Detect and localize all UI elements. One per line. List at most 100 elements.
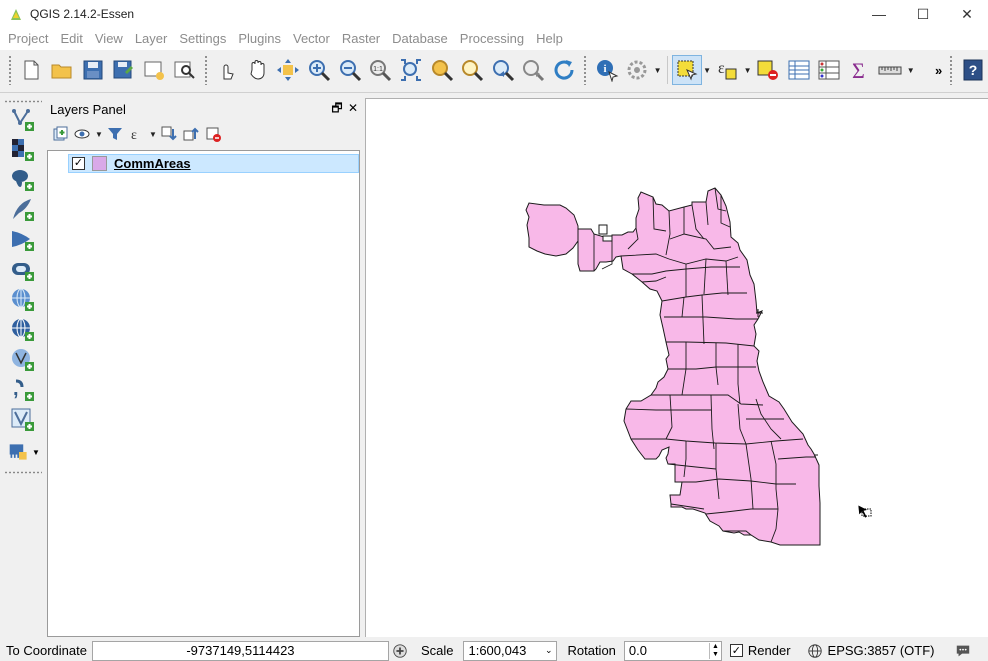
add-postgis-layer-icon[interactable] xyxy=(8,166,38,194)
toolbar-overflow-button[interactable]: » xyxy=(932,63,946,78)
render-checkbox[interactable]: ✓ xyxy=(729,644,743,657)
menu-project[interactable]: Project xyxy=(2,28,54,50)
add-mssql-layer-icon[interactable] xyxy=(8,226,38,254)
add-wcs-layer-icon[interactable] xyxy=(8,316,38,344)
community-area-polygon[interactable] xyxy=(525,202,579,257)
map-canvas[interactable] xyxy=(365,98,988,637)
spin-arrows-icon[interactable]: ▲ ▼ xyxy=(708,642,721,659)
add-spatialite-layer-icon[interactable] xyxy=(8,196,38,224)
crs-globe-icon[interactable] xyxy=(806,642,824,660)
run-feature-action-icon[interactable] xyxy=(622,55,653,85)
filter-by-expression-icon[interactable]: ε xyxy=(126,123,148,145)
toolbar-grip[interactable] xyxy=(8,55,12,85)
new-print-composer-icon[interactable] xyxy=(139,55,170,85)
composer-manager-icon[interactable] xyxy=(169,55,200,85)
add-wms-layer-icon[interactable] xyxy=(8,286,38,314)
save-as-icon[interactable] xyxy=(108,55,139,85)
manage-layers-toolbar: , ▼ xyxy=(0,98,46,634)
measure-line-icon[interactable] xyxy=(875,55,906,85)
toolbar-grip[interactable] xyxy=(4,100,42,103)
open-project-icon[interactable] xyxy=(47,55,78,85)
rotation-value: 0.0 xyxy=(628,643,647,658)
zoom-out-icon[interactable] xyxy=(334,55,365,85)
new-shapefile-layer-icon[interactable]: ▼ xyxy=(6,438,42,466)
scale-combobox[interactable]: 1:600,043 ⌄ xyxy=(463,640,558,661)
refresh-icon[interactable] xyxy=(549,55,580,85)
run-feature-action-dropdown[interactable]: ▼ xyxy=(653,55,663,85)
zoom-native-resolution-icon[interactable]: 1:1 xyxy=(365,55,396,85)
messages-icon[interactable] xyxy=(954,642,972,660)
pan-to-selection-icon[interactable] xyxy=(273,55,304,85)
add-vector-layer-icon[interactable] xyxy=(8,106,38,134)
menu-vector[interactable]: Vector xyxy=(287,28,336,50)
manage-visibility-dropdown[interactable]: ▼ xyxy=(94,123,104,145)
zoom-next-icon[interactable] xyxy=(518,55,549,85)
float-panel-button[interactable]: 🗗 xyxy=(330,101,344,115)
crs-status[interactable]: EPSG:3857 (OTF) xyxy=(828,643,935,658)
menu-edit[interactable]: Edit xyxy=(54,28,88,50)
identify-features-icon[interactable]: i xyxy=(591,55,622,85)
open-attribute-table-icon[interactable] xyxy=(783,55,814,85)
menu-plugins[interactable]: Plugins xyxy=(232,28,287,50)
remove-layer-icon[interactable] xyxy=(202,123,224,145)
zoom-to-selection-icon[interactable] xyxy=(426,55,457,85)
zoom-last-icon[interactable] xyxy=(488,55,519,85)
select-features-dropdown[interactable]: ▼ xyxy=(702,55,712,85)
layer-item-commareas[interactable]: ✓ CommAreas xyxy=(68,154,359,173)
menu-help[interactable]: Help xyxy=(530,28,569,50)
menu-raster[interactable]: Raster xyxy=(336,28,386,50)
maximize-button[interactable]: ☐ xyxy=(900,0,946,28)
pan-map-icon[interactable] xyxy=(242,55,273,85)
toggle-coordinate-mode-icon[interactable] xyxy=(391,642,409,660)
help-icon[interactable]: ? xyxy=(957,55,988,85)
menu-processing[interactable]: Processing xyxy=(454,28,530,50)
add-wfs-layer-icon[interactable] xyxy=(8,346,38,374)
close-panel-button[interactable]: ✕ xyxy=(346,101,360,115)
collapse-all-icon[interactable] xyxy=(180,123,202,145)
new-layer-dropdown[interactable]: ▼ xyxy=(32,448,40,457)
select-by-expression-dropdown[interactable]: ▼ xyxy=(743,55,753,85)
measure-dropdown[interactable]: ▼ xyxy=(906,55,916,85)
toolbar-grip[interactable] xyxy=(4,471,42,474)
close-button[interactable]: ✕ xyxy=(944,0,988,28)
layer-tree[interactable]: ✓ CommAreas xyxy=(47,150,360,637)
new-project-icon[interactable] xyxy=(16,55,47,85)
menu-layer[interactable]: Layer xyxy=(129,28,174,50)
toolbar-grip[interactable] xyxy=(203,55,208,85)
statistical-summary-icon[interactable]: Σ xyxy=(845,55,876,85)
scale-label: Scale xyxy=(420,643,454,658)
menu-database[interactable]: Database xyxy=(386,28,454,50)
community-area-polygon[interactable] xyxy=(577,187,821,546)
toolbar-grip[interactable] xyxy=(583,55,588,85)
zoom-full-icon[interactable] xyxy=(396,55,427,85)
add-group-icon[interactable] xyxy=(50,123,72,145)
toolbar-grip[interactable] xyxy=(949,55,954,85)
add-delimited-text-layer-icon[interactable]: , xyxy=(8,376,38,404)
rotation-spinbox[interactable]: 0.0 ▲ ▼ xyxy=(623,640,722,661)
scale-value: 1:600,043 xyxy=(468,643,527,658)
filter-expression-dropdown[interactable]: ▼ xyxy=(148,123,158,145)
select-by-expression-icon[interactable]: ε xyxy=(712,55,743,85)
field-calculator-icon[interactable] xyxy=(814,55,845,85)
add-virtual-layer-icon[interactable] xyxy=(8,406,38,434)
filter-legend-icon[interactable] xyxy=(104,123,126,145)
add-oracle-layer-icon[interactable] xyxy=(8,256,38,284)
save-project-icon[interactable] xyxy=(77,55,108,85)
menu-view[interactable]: View xyxy=(89,28,129,50)
deselect-all-icon[interactable] xyxy=(753,55,784,85)
render-label: Render xyxy=(747,643,791,658)
toolbar-divider xyxy=(0,92,988,93)
add-raster-layer-icon[interactable] xyxy=(8,136,38,164)
layer-visibility-checkbox[interactable]: ✓ xyxy=(72,157,85,170)
zoom-to-layer-icon[interactable] xyxy=(457,55,488,85)
menu-settings[interactable]: Settings xyxy=(173,28,232,50)
coordinate-field[interactable]: -9737149,5114423 xyxy=(91,640,389,661)
zoom-in-icon[interactable] xyxy=(304,55,335,85)
expand-all-icon[interactable] xyxy=(158,123,180,145)
select-features-icon[interactable] xyxy=(671,55,703,85)
layers-panel-title: Layers Panel xyxy=(50,101,126,117)
minimize-button[interactable]: — xyxy=(856,0,902,28)
manage-visibility-icon[interactable] xyxy=(72,123,94,145)
svg-text:i: i xyxy=(603,63,606,75)
touch-zoom-pan-icon[interactable] xyxy=(212,55,243,85)
